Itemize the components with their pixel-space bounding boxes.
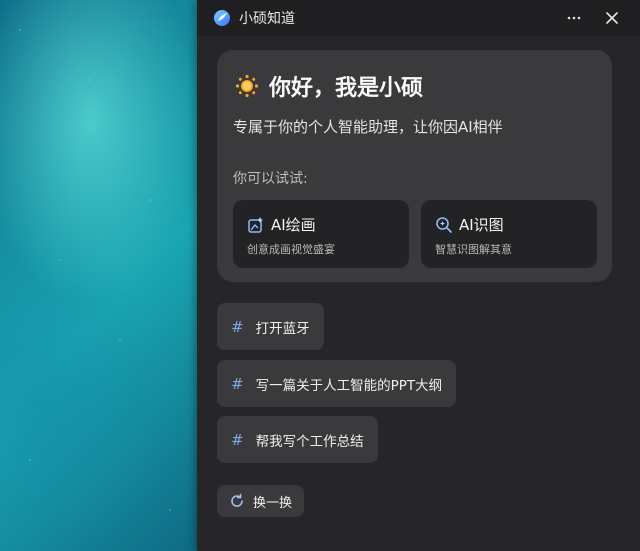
more-button[interactable]: [560, 4, 588, 32]
feature-title: AI识图: [459, 216, 504, 234]
more-horizontal-icon: [567, 16, 581, 20]
suggestion-text: 打开蓝牙: [255, 320, 310, 337]
greeting-subtitle: 专属于你的个人智能助理，让你因AI相伴: [233, 118, 503, 136]
suggestion-text: 写一篇关于人工智能的PPT大纲: [255, 377, 443, 394]
close-button[interactable]: [598, 4, 626, 32]
try-label: 你可以试试:: [233, 171, 308, 187]
feature-ai-paint-card[interactable]: AI绘画 创意成画视觉盛宴: [233, 200, 409, 268]
hash-icon: #: [231, 317, 244, 336]
ai-paint-icon: [247, 216, 265, 234]
close-icon: [606, 12, 618, 24]
app-logo-icon: [213, 9, 231, 27]
feature-desc: 智慧识图解其意: [435, 243, 512, 256]
suggestion-chip[interactable]: # 写一篇关于人工智能的PPT大纲: [217, 360, 457, 407]
greeting: 你好，我是小硕: [235, 70, 423, 102]
greeting-title: 你好，我是小硕: [269, 76, 424, 101]
feature-ai-image-card[interactable]: AI识图 智慧识图解其意: [421, 200, 597, 268]
app-title: 小硕知道: [239, 11, 295, 27]
hash-icon: #: [231, 430, 244, 449]
assistant-panel: 小硕知道 你好，我是小硕 专属于你的个人智能助理，让你因AI相伴 你可以试试: …: [197, 0, 640, 551]
refresh-icon: [229, 493, 245, 509]
hash-icon: #: [231, 374, 244, 393]
welcome-card: 你好，我是小硕 专属于你的个人智能助理，让你因AI相伴 你可以试试: AI绘画 …: [217, 50, 612, 282]
feature-desc: 创意成画视觉盛宴: [247, 243, 335, 256]
suggestion-chip[interactable]: # 打开蓝牙: [217, 303, 324, 350]
ai-image-search-icon: [435, 216, 453, 234]
sun-icon: [235, 74, 259, 98]
refresh-label: 换一换: [253, 495, 293, 511]
desktop-wallpaper: [0, 0, 200, 551]
title-bar: 小硕知道: [197, 0, 640, 36]
feature-title: AI绘画: [271, 216, 316, 234]
suggestion-text: 帮我写个工作总结: [255, 433, 364, 450]
refresh-button[interactable]: 换一换: [217, 485, 305, 517]
suggestion-chip[interactable]: # 帮我写个工作总结: [217, 416, 378, 463]
